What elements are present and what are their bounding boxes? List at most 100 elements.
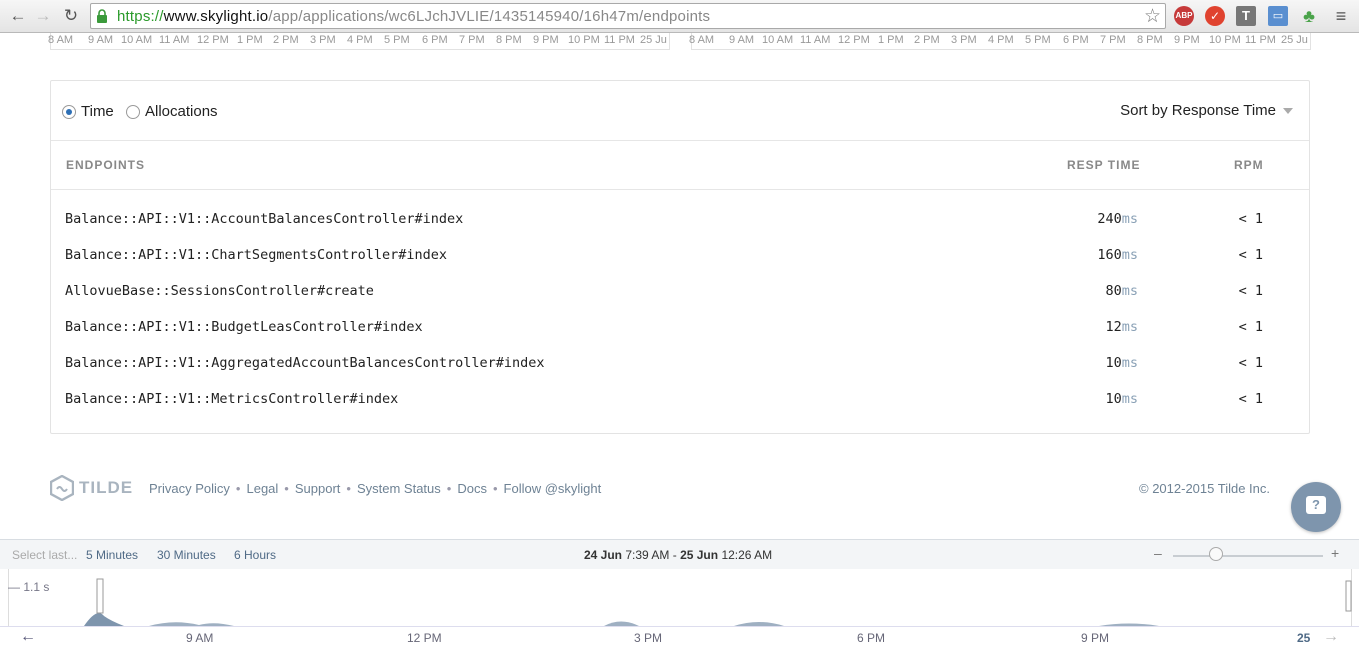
rpm-value: < 1 (1238, 355, 1263, 371)
adblock-icon[interactable]: ABP (1174, 6, 1194, 26)
top-axis-label: 6 PM (422, 34, 448, 46)
top-axis-label: 7 PM (459, 34, 485, 46)
footer-separator: • (446, 481, 452, 496)
table-row[interactable]: Balance::API::V1::MetricsController#inde… (51, 382, 1309, 418)
support-link[interactable]: Support (295, 481, 341, 496)
help-chat-button[interactable]: ? (1291, 482, 1341, 532)
footer-separator: • (284, 481, 289, 496)
range-5-minutes[interactable]: 5 Minutes (86, 548, 138, 562)
text-extension-icon[interactable]: T (1236, 6, 1256, 26)
endpoint-name[interactable]: AllovueBase::SessionsController#create (65, 283, 374, 299)
range-6-hours[interactable]: 6 Hours (234, 548, 276, 562)
zoom-out-button[interactable]: – (1154, 545, 1162, 561)
table-row[interactable]: AllovueBase::SessionsController#create 8… (51, 274, 1309, 310)
range-30-minutes[interactable]: 30 Minutes (157, 548, 216, 562)
radio-selected-icon[interactable] (62, 104, 76, 119)
chevron-down-icon (1283, 108, 1293, 115)
timeline-graph[interactable] (8, 569, 1352, 626)
footer-separator: • (492, 481, 498, 496)
top-axis-label: 7 PM (1100, 34, 1126, 46)
endpoint-name[interactable]: Balance::API::V1::AccountBalancesControl… (65, 211, 463, 227)
bookmark-star-icon[interactable]: ☆ (1144, 5, 1161, 28)
endpoint-list: Balance::API::V1::AccountBalancesControl… (51, 202, 1309, 418)
select-last-label: Select last... (12, 548, 78, 562)
page-footer: TILDE Privacy Policy • Legal • Support • Syste… (50, 474, 1270, 504)
timeline-sparkline (84, 578, 1352, 626)
zoom-slider-track[interactable] (1173, 555, 1323, 557)
reload-icon[interactable]: ↻ (61, 6, 81, 26)
timeline-panel: — 1.1 s ← 9 AM 12 PM 3 PM 6 PM 9 PM 25 → (0, 569, 1359, 648)
top-axis-left: 8 AM 9 AM 10 AM 11 AM 12 PM 1 PM 2 PM 3 PM 4 PM 5… (48, 33, 670, 50)
endpoints-toolbar: Time Allocations Sort by Response Time (51, 81, 1309, 141)
response-time: 80ms (1105, 283, 1138, 299)
footer-separator: • (346, 481, 351, 496)
allocations-radio[interactable]: Allocations (126, 103, 218, 120)
help-bubble-icon: ? (1306, 496, 1326, 514)
timeline-back-arrow-icon[interactable]: ← (20, 628, 36, 646)
endpoint-name[interactable]: Balance::API::V1::MetricsController#inde… (65, 391, 398, 407)
leaf-extension-icon[interactable]: ♣ (1299, 6, 1319, 26)
endpoint-name[interactable]: Balance::API::V1::ChartSegmentsControlle… (65, 247, 447, 263)
top-axis-label: 1 PM (878, 34, 904, 46)
table-row[interactable]: Balance::API::V1::AggregatedAccountBalan… (51, 346, 1309, 382)
menu-icon[interactable]: ≡ (1331, 6, 1351, 26)
timeline-forward-arrow-icon[interactable]: → (1323, 628, 1339, 646)
time-radio[interactable]: Time (62, 103, 114, 120)
top-axis-label: 9 PM (533, 34, 559, 46)
top-axis-label: 4 PM (988, 34, 1014, 46)
response-time: 10ms (1105, 355, 1138, 371)
top-axis-label: 10 PM (568, 34, 600, 46)
docs-link[interactable]: Docs (457, 481, 487, 496)
shield-extension-icon[interactable]: ✓ (1205, 6, 1225, 26)
top-axis-label: 3 PM (951, 34, 977, 46)
top-axis-label: 2 PM (914, 34, 940, 46)
top-axis-label: 10 PM (1209, 34, 1241, 46)
system-status-link[interactable]: System Status (357, 481, 441, 496)
radio-unselected-icon[interactable] (126, 104, 140, 119)
endpoint-name[interactable]: Balance::API::V1::AggregatedAccountBalan… (65, 355, 545, 371)
top-axis-label: 11 AM (800, 34, 831, 46)
timeline-tick: 9 PM (1081, 631, 1110, 645)
timeline-max-label: — 1.1 s (8, 580, 50, 594)
table-row[interactable]: Balance::API::V1::BudgetLeasController#i… (51, 310, 1309, 346)
folder-extension-icon[interactable]: ▭ (1268, 6, 1288, 26)
table-row[interactable]: Balance::API::V1::AccountBalancesControl… (51, 202, 1309, 238)
top-axis-label: 10 AM (121, 34, 153, 46)
selected-range: 24 Jun 7:39 AM - 25 Jun 12:26 AM (584, 548, 773, 562)
top-axis-label: 25 Ju (1281, 34, 1308, 46)
endpoints-column-header[interactable]: ENDPOINTS (66, 158, 145, 172)
sort-dropdown[interactable]: Sort by Response Time (1120, 102, 1293, 119)
tilde-logo[interactable]: TILDE (50, 475, 133, 501)
footer-links: Privacy Policy • Legal • Support • System Stat… (149, 481, 601, 496)
footer-separator: • (235, 481, 241, 496)
response-time: 240ms (1097, 211, 1138, 227)
rpm-value: < 1 (1238, 391, 1263, 407)
endpoint-name[interactable]: Balance::API::V1::BudgetLeasController#i… (65, 319, 423, 335)
zoom-in-button[interactable]: + (1331, 545, 1339, 561)
back-arrow-icon[interactable]: ← (8, 6, 28, 26)
url-text: https://www.skylight.io/app/applications… (117, 8, 711, 25)
top-axis-label: 9 AM (729, 34, 755, 46)
resp-time-column-header[interactable]: RESP TIME (1067, 158, 1140, 172)
timeline-tick: 25 (1297, 631, 1311, 645)
legal-link[interactable]: Legal (246, 481, 278, 496)
privacy-policy-link[interactable]: Privacy Policy (149, 481, 230, 496)
rpm-column-header[interactable]: RPM (1234, 158, 1264, 172)
timeline-tick: 3 PM (634, 631, 663, 645)
endpoints-card: Time Allocations Sort by Response Time E… (50, 80, 1310, 434)
table-row[interactable]: Balance::API::V1::ChartSegmentsControlle… (51, 238, 1309, 274)
response-time: 12ms (1105, 319, 1138, 335)
copyright: © 2012-2015 Tilde Inc. (1139, 481, 1270, 496)
top-axis-label: 12 PM (197, 34, 229, 46)
follow-skylight-link[interactable]: Follow @skylight (504, 481, 602, 496)
allocations-radio-label: Allocations (145, 103, 218, 120)
forward-arrow-icon[interactable]: → (33, 6, 53, 26)
timeline-axis: ← 9 AM 12 PM 3 PM 6 PM 9 PM 25 → (0, 626, 1359, 648)
top-axis-label: 4 PM (347, 34, 373, 46)
top-axis-label: 11 AM (159, 34, 190, 46)
timeline-tick: 6 PM (857, 631, 886, 645)
top-axis-label: 8 PM (1137, 34, 1163, 46)
zoom-slider-handle[interactable] (1209, 547, 1223, 561)
address-bar[interactable]: https://www.skylight.io/app/applications… (90, 3, 1166, 29)
top-axis-right: 8 AM 9 AM 10 AM 11 AM 12 PM 1 PM 2 PM 3 PM 4 PM 5… (689, 33, 1311, 50)
